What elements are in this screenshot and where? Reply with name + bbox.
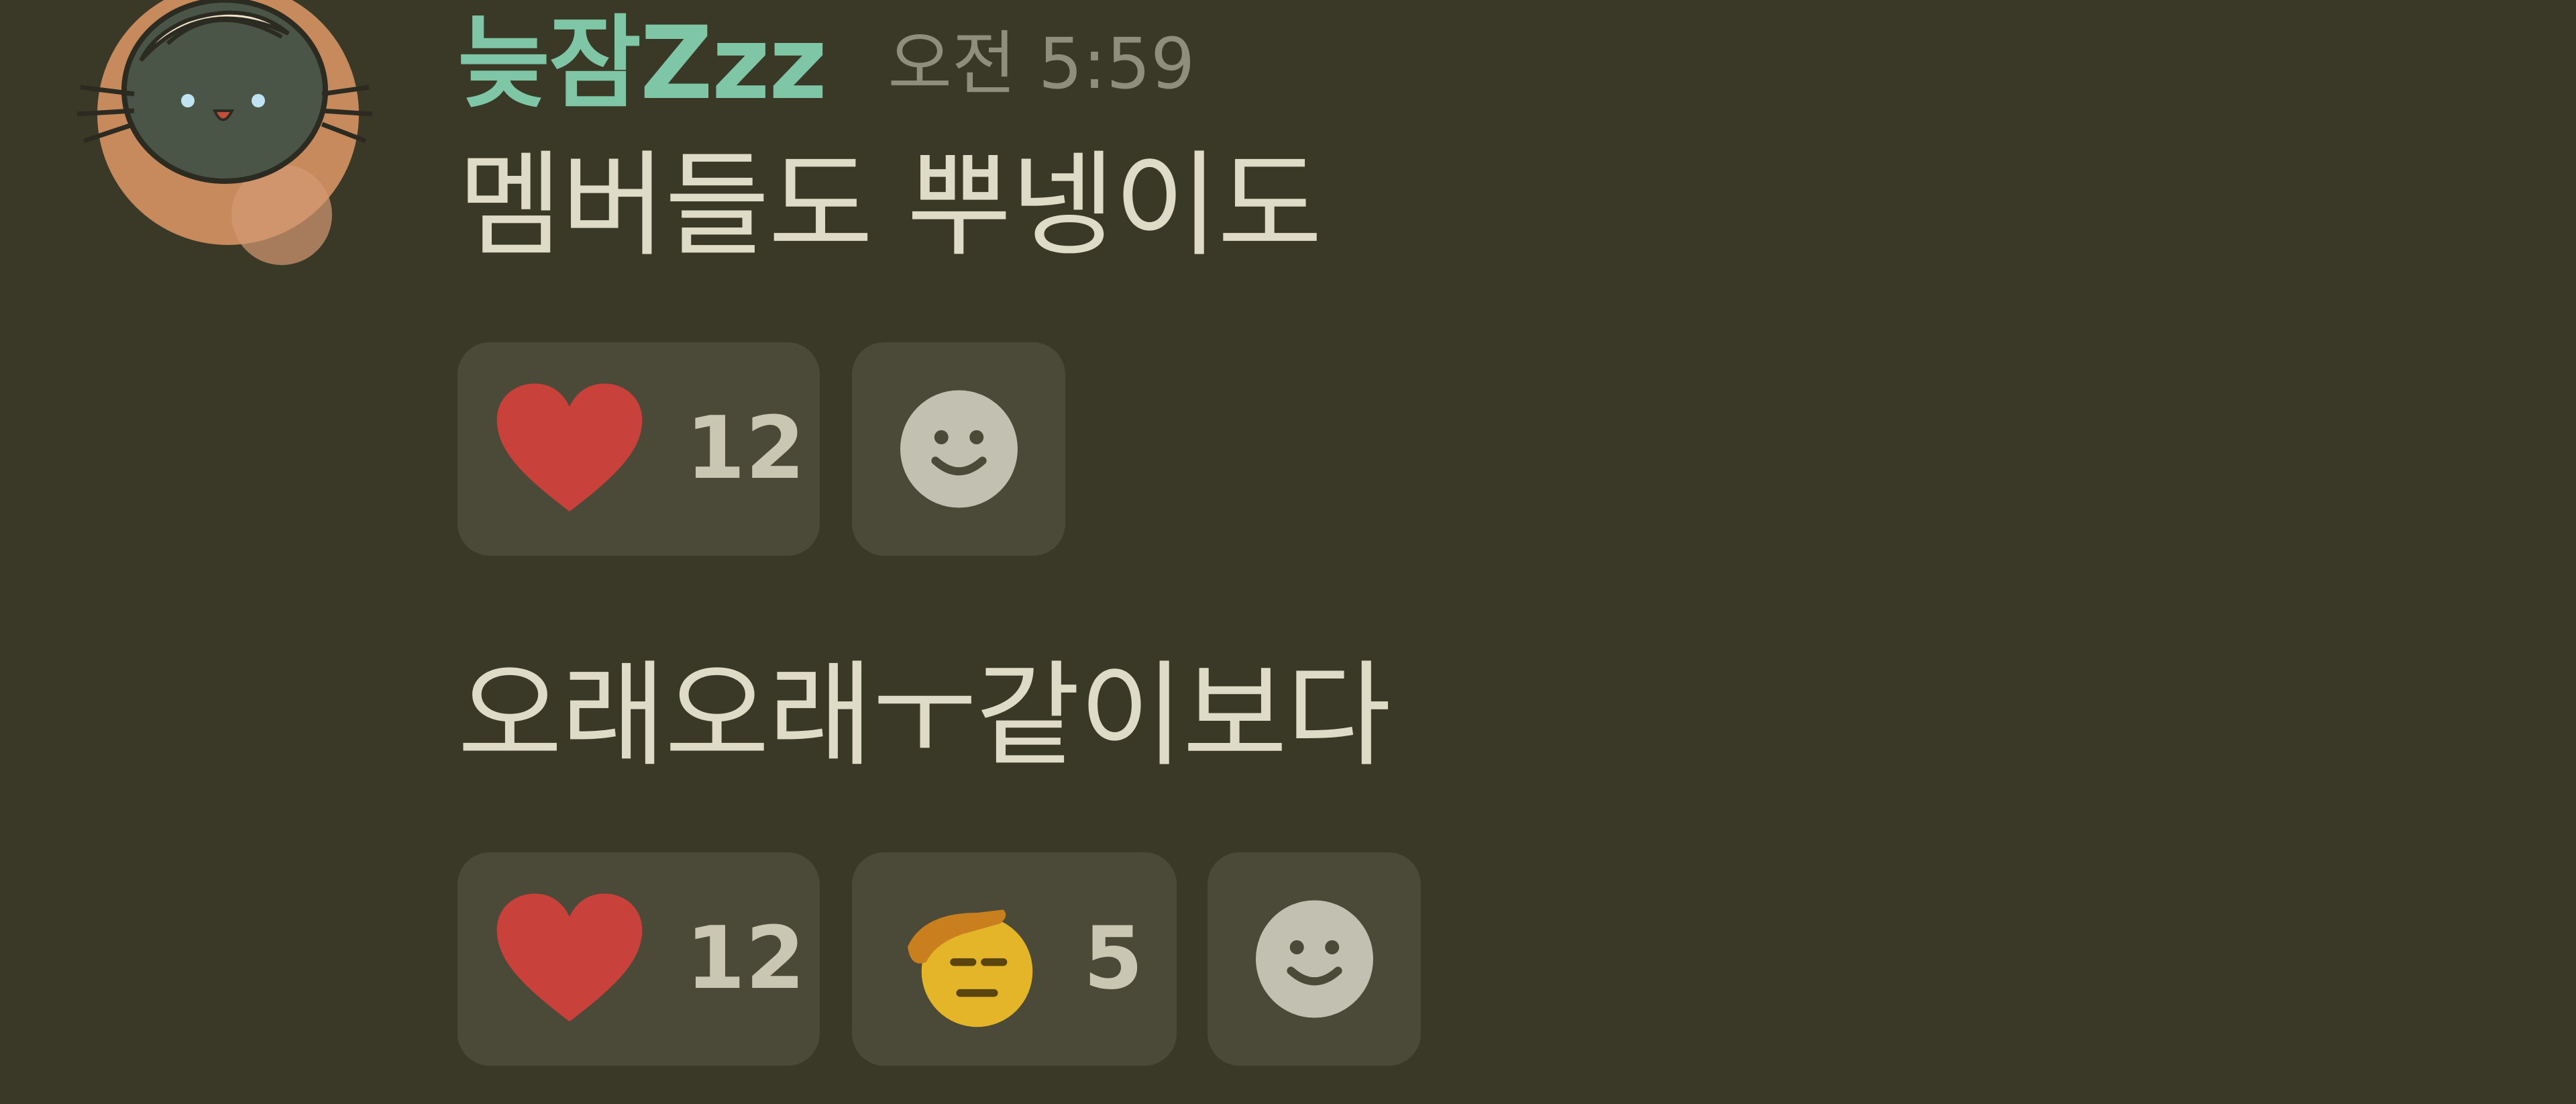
timestamp: 오전 5:59 (888, 23, 1195, 105)
reaction-count: 12 (686, 909, 806, 1009)
reaction-count: 5 (1083, 909, 1144, 1009)
username[interactable]: 늦잠Zzz (458, 13, 827, 114)
saluting-face-icon (908, 909, 1033, 1027)
add-reaction-button[interactable] (852, 342, 1065, 556)
reaction-count: 12 (686, 399, 806, 499)
chat-message-view: 늦잠Zzz 오전 5:59 멤버들도 뿌넹이도 12 오래오래ㅜ같이보다 12 … (0, 0, 2576, 1104)
user-avatar[interactable] (67, 0, 376, 268)
heart-icon (496, 383, 643, 512)
heart-icon (496, 893, 643, 1022)
message-text: 멤버들도 뿌넹이도 (458, 140, 1322, 272)
heart-reaction[interactable]: 12 (458, 342, 820, 556)
add-reaction-button[interactable] (1208, 852, 1421, 1066)
message-header: 늦잠Zzz 오전 5:59 (458, 7, 1195, 121)
salute-reaction[interactable]: 5 (852, 852, 1177, 1066)
add-reaction-smiley-icon (900, 390, 1018, 508)
heart-reaction[interactable]: 12 (458, 852, 820, 1066)
add-reaction-smiley-icon (1256, 900, 1373, 1018)
message-text: 오래오래ㅜ같이보다 (458, 650, 1391, 783)
